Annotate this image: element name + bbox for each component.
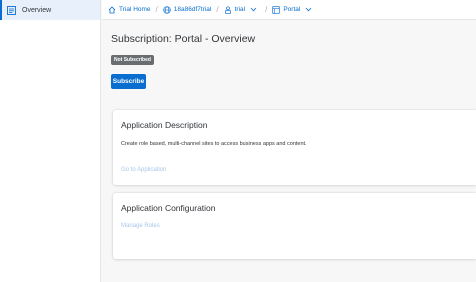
chevron-down-icon[interactable] [250, 7, 260, 12]
application-description-card: Application Description Create role base… [113, 110, 476, 185]
page-title: Subscription: Portal - Overview [111, 33, 256, 45]
sidebar-item-label: Overview [22, 6, 52, 14]
breadcrumb-portal[interactable]: Portal [272, 5, 315, 14]
breadcrumb-subaccount[interactable]: 18a86df7trial [163, 5, 212, 14]
chevron-down-icon[interactable] [305, 7, 315, 12]
overview-icon [7, 5, 16, 15]
application-description-text: Create role based, multi-channel sites t… [121, 141, 307, 147]
breadcrumb-space[interactable]: trial [224, 5, 260, 14]
card-title: Application Description [121, 120, 208, 130]
breadcrumb-separator: / [265, 5, 268, 14]
subscribe-button[interactable]: Subscribe [111, 74, 146, 89]
breadcrumb-separator: / [216, 5, 219, 14]
home-icon [108, 5, 116, 13]
sidebar: Overview [0, 0, 101, 282]
go-to-application-link[interactable]: Go to Application [121, 167, 166, 173]
breadcrumb: Trial Home / 18a86df7trial / trial / Por… [102, 0, 476, 20]
breadcrumb-trial-home[interactable]: Trial Home [108, 5, 151, 14]
breadcrumb-label: Trial Home [119, 6, 151, 13]
globe-icon [163, 5, 171, 14]
application-configuration-card: Application Configuration Manage Roles [113, 193, 476, 259]
breadcrumb-label: 18a86df7trial [173, 6, 212, 13]
breadcrumb-separator: / [155, 5, 158, 14]
breadcrumb-label: Portal [283, 6, 301, 13]
status-badge: Not Subscribed [111, 55, 154, 65]
breadcrumb-label: trial [234, 6, 246, 13]
org-icon [224, 5, 231, 14]
portal-icon [272, 5, 280, 14]
manage-roles-link[interactable]: Manage Roles [121, 223, 160, 229]
card-title: Application Configuration [121, 203, 216, 213]
sidebar-item-overview[interactable]: Overview [0, 0, 100, 20]
